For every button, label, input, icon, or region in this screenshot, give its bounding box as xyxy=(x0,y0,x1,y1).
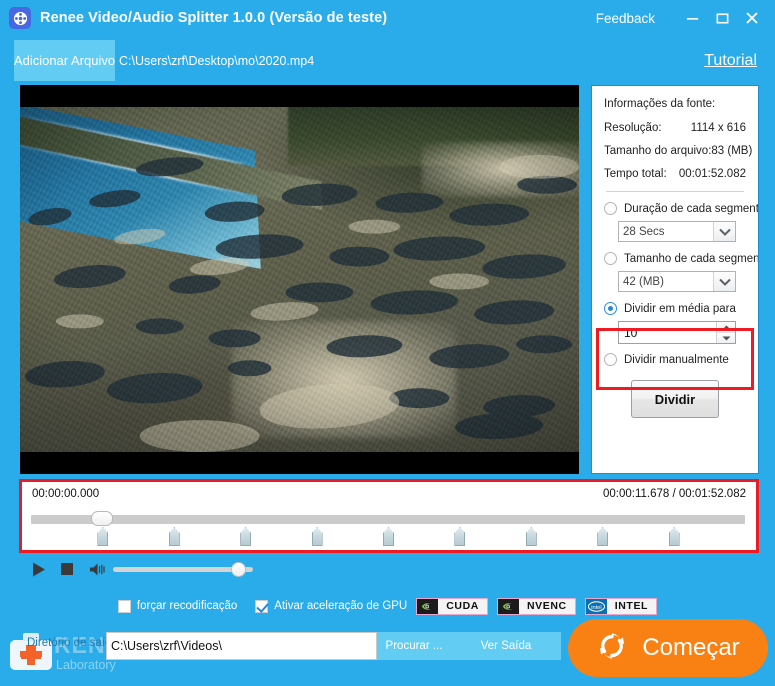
panel-divider xyxy=(606,191,744,192)
radio-label: Dividir em média para xyxy=(624,302,736,315)
radio-size-per-segment[interactable]: Tamanho de cada segmento xyxy=(604,252,758,265)
radio-label: Duração de cada segmento xyxy=(624,202,759,215)
timeline-current-time: 00:00:11.678 / 00:01:52.082 xyxy=(602,488,746,500)
title-bar: Renee Video/Audio Splitter 1.0.0 (Versão… xyxy=(0,0,775,36)
stepper-buttons xyxy=(716,322,735,343)
view-output-button[interactable]: Ver Saída xyxy=(451,632,561,660)
duration-per-segment-select[interactable]: 28 Secs xyxy=(618,221,736,242)
maximize-icon[interactable] xyxy=(707,0,737,36)
file-path-label: C:\Users\zrf\Desktop\mo\2020.mp4 xyxy=(119,53,315,68)
intel-logo-icon: intel xyxy=(585,598,607,614)
gpu-badge-label: INTEL xyxy=(606,598,657,614)
minimize-icon[interactable] xyxy=(677,0,707,36)
encoding-options-row: forçar recodificação Ativar aceleração d… xyxy=(0,592,775,620)
force-reencode-checkbox[interactable]: forçar recodificação xyxy=(117,599,238,613)
split-marker[interactable] xyxy=(240,527,252,546)
gpu-badge-nvenc[interactable]: NVENC xyxy=(496,597,576,615)
select-value: 42 (MB) xyxy=(623,275,664,288)
split-marker[interactable] xyxy=(97,527,109,546)
source-info-panel: Informações da fonte: Resolução: 1114 x … xyxy=(591,85,759,474)
timeline-start-time: 00:00:00.000 xyxy=(32,488,100,500)
split-marker[interactable] xyxy=(383,527,394,546)
volume-slider-track[interactable] xyxy=(113,561,253,577)
video-preview[interactable] xyxy=(20,85,579,474)
radio-icon xyxy=(604,302,617,315)
app-window: Renee Video/Audio Splitter 1.0.0 (Versão… xyxy=(0,0,775,686)
gpu-badge-intel[interactable]: intel INTEL xyxy=(584,597,658,615)
split-marker[interactable] xyxy=(168,527,180,546)
stepper-down-icon[interactable] xyxy=(717,332,735,343)
volume-icon[interactable] xyxy=(89,562,107,577)
video-frame-vignette xyxy=(20,107,579,452)
tutorial-link[interactable]: Tutorial xyxy=(704,40,757,81)
split-marker-icon xyxy=(311,527,323,546)
radio-label: Dividir manualmente xyxy=(624,353,729,366)
stepper-value: 10 xyxy=(624,325,638,340)
close-icon[interactable] xyxy=(737,0,767,36)
select-value: 28 Secs xyxy=(623,225,665,238)
source-info-heading: Informações da fonte: xyxy=(604,98,716,110)
svg-text:intel: intel xyxy=(591,604,601,610)
split-marker-icon xyxy=(383,527,394,546)
split-marker[interactable] xyxy=(668,527,680,546)
radio-duration-per-segment[interactable]: Duração de cada segmento xyxy=(604,202,758,215)
film-reel-icon xyxy=(9,7,31,29)
filesize-row: Tamanho do arquivo: 83 (MB) xyxy=(604,145,753,157)
window-controls: Feedback xyxy=(596,0,775,36)
add-file-button[interactable]: Adicionar Arquivo xyxy=(14,40,115,81)
split-average-stepper[interactable]: 10 xyxy=(618,321,736,344)
feedback-link[interactable]: Feedback xyxy=(596,11,655,26)
toolbar: Adicionar Arquivo C:\Users\zrf\Desktop\m… xyxy=(0,36,775,82)
radio-label: Tamanho de cada segmento xyxy=(624,252,759,265)
stop-icon[interactable] xyxy=(60,562,74,576)
video-frame xyxy=(20,107,579,452)
radio-icon xyxy=(604,202,617,215)
browse-button[interactable]: Procurar ... xyxy=(377,632,451,660)
split-marker[interactable] xyxy=(525,527,537,546)
radio-split-average[interactable]: Dividir em média para xyxy=(604,302,746,315)
duration-row: Tempo total: 00:01:52.082 xyxy=(604,168,746,180)
split-marker[interactable] xyxy=(597,527,609,546)
split-marker-icon xyxy=(668,527,680,546)
stepper-up-icon[interactable] xyxy=(717,322,735,332)
nvidia-logo-icon xyxy=(417,598,439,614)
gpu-badge-label: NVENC xyxy=(518,598,575,614)
checkbox-icon xyxy=(117,599,131,613)
timeline-panel: 00:00:00.000 00:00:11.678 / 00:01:52.082 xyxy=(19,479,759,553)
split-marker[interactable] xyxy=(454,527,466,546)
radio-icon xyxy=(604,353,617,366)
gpu-badge-label: CUDA xyxy=(438,598,487,614)
chevron-down-icon xyxy=(713,272,735,291)
checkbox-label: forçar recodificação xyxy=(136,600,238,612)
split-marker-icon xyxy=(525,527,537,546)
nvidia-logo-icon xyxy=(497,598,519,614)
seek-slider-handle[interactable] xyxy=(91,511,114,526)
checkbox-label: Ativar aceleração de GPU xyxy=(274,600,408,612)
play-icon[interactable] xyxy=(30,561,47,578)
window-title: Renee Video/Audio Splitter 1.0.0 (Versão… xyxy=(40,10,388,26)
split-marker-icon xyxy=(168,527,180,546)
start-button[interactable]: Começar xyxy=(568,619,768,677)
start-button-label: Começar xyxy=(642,634,740,661)
split-button[interactable]: Dividir xyxy=(631,380,719,418)
resolution-row: Resolução: 1114 x 616 xyxy=(604,122,746,134)
gpu-acceleration-checkbox[interactable]: Ativar aceleração de GPU xyxy=(255,599,408,613)
split-marker[interactable] xyxy=(311,527,323,546)
refresh-icon xyxy=(596,630,628,667)
chevron-down-icon xyxy=(713,222,735,241)
split-marker-icon xyxy=(454,527,466,546)
split-marker-icon xyxy=(97,527,109,546)
split-marker-icon xyxy=(240,527,252,546)
radio-icon xyxy=(604,252,617,265)
transport-controls xyxy=(30,557,270,581)
split-marker-icon xyxy=(597,527,609,546)
volume-slider-handle[interactable] xyxy=(230,561,246,577)
radio-split-manual[interactable]: Dividir manualmente xyxy=(604,353,746,366)
size-per-segment-select[interactable]: 42 (MB) xyxy=(618,271,736,292)
output-dir-input[interactable]: C:\Users\zrf\Videos\ xyxy=(106,632,377,660)
seek-slider-track[interactable] xyxy=(31,515,745,524)
checkbox-icon xyxy=(255,599,269,613)
gpu-badge-cuda[interactable]: CUDA xyxy=(416,597,488,615)
